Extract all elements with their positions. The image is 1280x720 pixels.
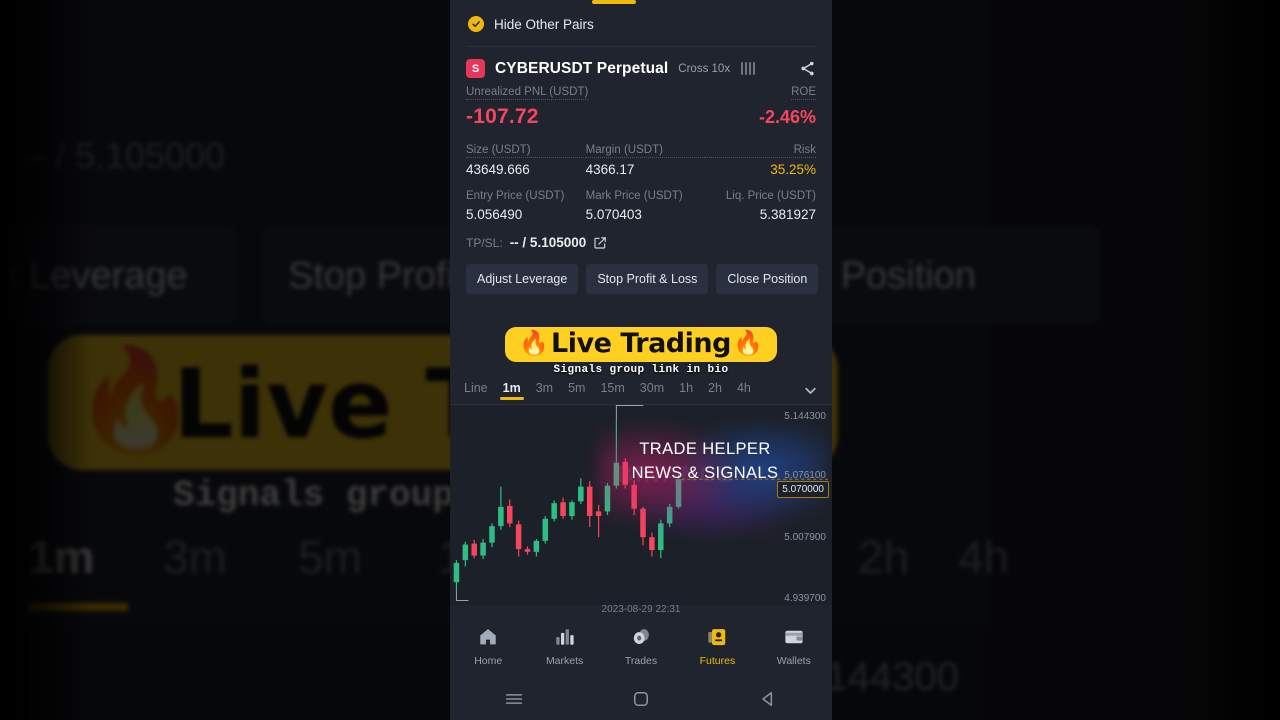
live-trading-subtitle: Signals group link in bio xyxy=(553,364,729,376)
size-label: Size (USDT) xyxy=(466,144,586,158)
android-system-bar xyxy=(450,677,832,720)
depth-bars-icon[interactable] xyxy=(741,62,756,75)
chevron-down-icon[interactable] xyxy=(803,383,818,398)
risk-label: Risk xyxy=(705,144,816,158)
stats-labels-row-1: Size (USDT) Margin (USDT) Risk xyxy=(466,144,816,158)
timeframe-3m[interactable]: 3m xyxy=(536,381,553,400)
tpsl-value: -- / 5.105000 xyxy=(509,235,587,250)
leverage-label[interactable]: Cross 10x xyxy=(678,63,730,75)
nav-label-wallets: Wallets xyxy=(776,655,811,667)
tpsl-row: TP/SL: -- / 5.105000 xyxy=(450,235,832,250)
close-position-button[interactable]: Close Position xyxy=(716,264,819,294)
nav-label-home: Home xyxy=(474,655,503,667)
unrealized-pnl-label: Unrealized PNL (USDT) xyxy=(466,86,589,100)
stats-values-row-2: 5.056490 5.070403 5.381927 xyxy=(466,207,816,222)
wallets-icon xyxy=(756,625,832,649)
position-stats: Size (USDT) Margin (USDT) Risk 43649.666… xyxy=(450,144,832,222)
risk-value: 35.25% xyxy=(770,162,816,177)
markets-icon xyxy=(526,625,602,649)
liq-price-value: 5.381927 xyxy=(759,207,816,222)
timeframe-5m[interactable]: 5m xyxy=(568,381,585,400)
phone-panel: Hide Other Pairs S CYBERUSDT Perpetual C… xyxy=(450,0,832,720)
position-actions: Adjust Leverage Stop Profit & Loss Close… xyxy=(450,250,832,294)
live-trading-banner: 🔥 Live Trading 🔥 Signals group link in b… xyxy=(471,327,811,376)
nav-item-home[interactable]: Home xyxy=(450,625,526,667)
timeframe-30m[interactable]: 30m xyxy=(640,381,664,400)
tpsl-label: TP/SL: xyxy=(466,235,503,250)
mark-price-label: Mark Price (USDT) xyxy=(585,190,683,202)
candlestick-chart[interactable]: BINANCE TRADE HELPER NEWS & SIGNALS xyxy=(450,405,832,605)
pnl-value-row: -107.72 -2.46% xyxy=(466,105,816,129)
back-triangle-icon[interactable] xyxy=(705,689,832,709)
pnl-block: Unrealized PNL (USDT) ROE -107.72 -2.46% xyxy=(450,86,832,129)
adjust-leverage-button[interactable]: Adjust Leverage xyxy=(466,264,579,294)
nav-label-markets: Markets xyxy=(545,655,584,667)
live-trading-pill: 🔥 Live Trading 🔥 xyxy=(505,327,777,362)
home-icon xyxy=(450,625,526,649)
nav-label-futures: Futures xyxy=(699,655,736,667)
timeframe-15m[interactable]: 15m xyxy=(600,381,624,400)
timeframe-1h[interactable]: 1h xyxy=(679,381,693,400)
mark-price-value: 5.070403 xyxy=(585,207,642,222)
unrealized-pnl-value: -107.72 xyxy=(466,105,539,128)
timeframe-line[interactable]: Line xyxy=(464,381,488,400)
margin-label: Margin (USDT) xyxy=(585,144,706,158)
last-price-tag: 5.070000 xyxy=(777,481,829,498)
screen-root: TP/SL: -- / 5.105000 Adjust Leverage Sto… xyxy=(0,0,1280,720)
top-tab-strip xyxy=(450,0,832,6)
nav-item-trades[interactable]: Trades xyxy=(603,625,679,667)
position-side-badge: S xyxy=(466,59,485,78)
nav-item-markets[interactable]: Markets xyxy=(526,625,602,667)
nav-item-futures[interactable]: Futures xyxy=(679,625,755,667)
stop-profit-loss-button[interactable]: Stop Profit & Loss xyxy=(586,264,709,294)
stats-values-row-1: 43649.666 4366.17 35.25% xyxy=(466,162,816,177)
margin-value: 4366.17 xyxy=(585,162,635,177)
hide-other-pairs-label: Hide Other Pairs xyxy=(494,16,594,32)
fire-icon-right: 🔥 xyxy=(732,329,763,357)
hide-other-pairs-toggle[interactable]: Hide Other Pairs xyxy=(450,6,832,46)
timeframe-2h[interactable]: 2h xyxy=(708,381,722,400)
pnl-label-row: Unrealized PNL (USDT) ROE xyxy=(466,86,816,100)
liq-price-label: Liq. Price (USDT) xyxy=(725,190,816,202)
timeframe-1m[interactable]: 1m xyxy=(499,381,524,400)
fire-icon-left: 🔥 xyxy=(519,329,550,357)
roe-label: ROE xyxy=(791,86,816,100)
entry-price-value: 5.056490 xyxy=(466,207,523,222)
futures-icon xyxy=(679,625,755,649)
nav-label-trades: Trades xyxy=(624,655,658,667)
bottom-navigation: Home Markets Trades Futures Wallets xyxy=(450,615,832,677)
symbol-name[interactable]: CYBERUSDT Perpetual xyxy=(495,60,668,78)
symbol-header-row: S CYBERUSDT Perpetual Cross 10x xyxy=(450,47,832,86)
last-price-line xyxy=(681,478,828,480)
live-trading-title: Live Trading xyxy=(551,328,731,359)
size-value: 43649.666 xyxy=(466,162,530,177)
entry-price-label: Entry Price (USDT) xyxy=(466,190,565,202)
home-square-icon[interactable] xyxy=(577,689,704,709)
timeframe-4h[interactable]: 4h xyxy=(737,381,751,400)
share-icon[interactable] xyxy=(799,60,816,77)
roe-value: -2.46% xyxy=(758,107,816,127)
timeframe-tabs: Line 1m 3m 5m 15m 30m 1h 2h 4h xyxy=(450,378,832,402)
chart-time-label: 2023-08-29 22:31 xyxy=(601,604,681,615)
stats-labels-row-2: Entry Price (USDT) Mark Price (USDT) Liq… xyxy=(466,190,816,203)
edit-icon[interactable] xyxy=(593,236,607,250)
check-circle-icon xyxy=(468,16,484,32)
trades-icon xyxy=(603,625,679,649)
menu-icon[interactable] xyxy=(450,688,577,710)
nav-item-wallets[interactable]: Wallets xyxy=(756,625,832,667)
active-tab-indicator xyxy=(592,0,636,4)
